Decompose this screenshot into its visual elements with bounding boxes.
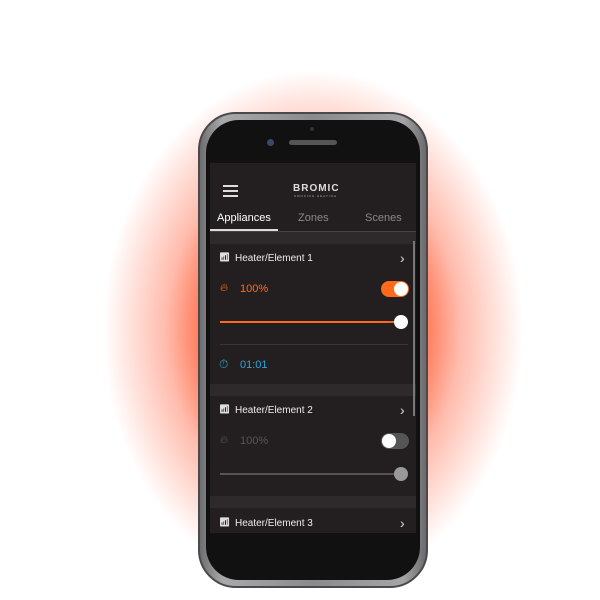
power-toggle[interactable] (381, 281, 409, 297)
section-gap (210, 232, 416, 244)
wifi-icon: 📶︎ (219, 252, 231, 262)
power-slider[interactable] (220, 321, 402, 323)
sensor (310, 127, 314, 131)
appliance-title: Heater/Element 3 (235, 518, 313, 529)
logo: BROMIC (293, 183, 340, 194)
flame-icon: 🔥︎ (220, 434, 229, 446)
timer-icon: ⏱︎ (219, 357, 229, 371)
wifi-icon: 📶︎ (219, 517, 231, 527)
section-gap (210, 496, 416, 508)
section-gap (210, 384, 416, 396)
appliance-title: Heater/Element 2 (235, 405, 313, 416)
chevron-right-icon[interactable]: › (400, 402, 405, 418)
slider-thumb[interactable] (394, 467, 408, 481)
tab-appliances[interactable]: Appliances (217, 212, 271, 224)
hamburger-icon[interactable] (223, 185, 238, 200)
chevron-right-icon[interactable]: › (400, 250, 405, 266)
divider (220, 344, 408, 345)
front-camera (267, 139, 274, 146)
power-slider[interactable] (220, 473, 402, 475)
speaker (289, 140, 337, 145)
slider-thumb[interactable] (394, 315, 408, 329)
logo-subtitle: SMOKING HEATING (294, 194, 338, 198)
app-screen: BROMIC SMOKING HEATING Appliances Zones … (210, 163, 416, 533)
tab-zones[interactable]: Zones (298, 212, 329, 224)
chevron-right-icon[interactable]: › (400, 515, 405, 531)
tab-scenes[interactable]: Scenes (365, 212, 402, 224)
appliance-title: Heater/Element 1 (235, 253, 313, 264)
wifi-icon: 📶︎ (219, 404, 231, 414)
power-level: 100% (240, 435, 269, 447)
flame-icon: 🔥︎ (220, 282, 229, 294)
timer-value[interactable]: 01:01 (240, 359, 268, 371)
power-toggle[interactable] (381, 433, 409, 449)
scrollbar[interactable] (413, 241, 415, 416)
power-level: 100% (240, 283, 269, 295)
